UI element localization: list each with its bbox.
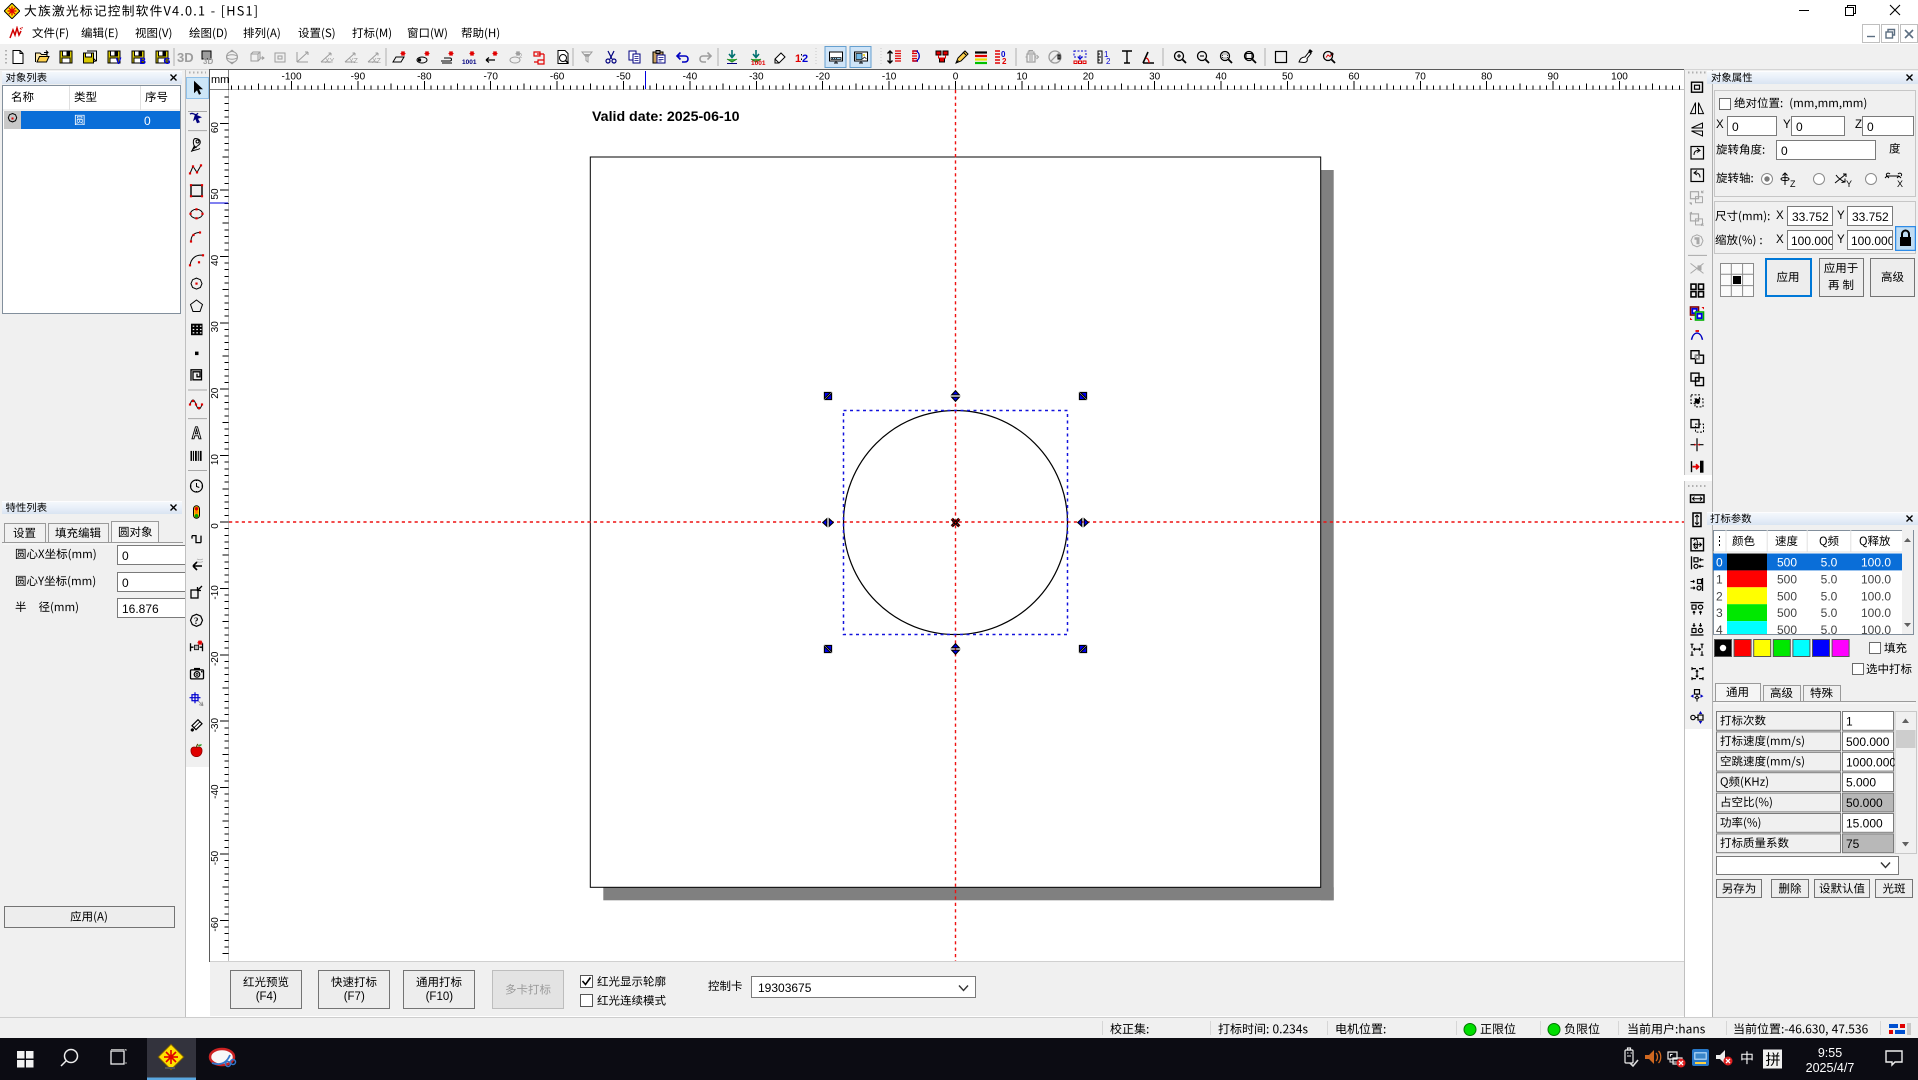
svg-text:XZ: XZ <box>372 58 382 65</box>
svg-text:1000.000: 1000.000 <box>1846 755 1896 769</box>
svg-text:-60: -60 <box>210 917 221 932</box>
svg-text:80: 80 <box>1481 72 1493 83</box>
svg-text:-40: -40 <box>210 784 221 799</box>
svg-text:100.0: 100.0 <box>1861 556 1891 570</box>
svg-text:500: 500 <box>1777 556 1797 570</box>
svg-text:-90: -90 <box>351 72 366 83</box>
svg-text:-80: -80 <box>417 72 432 83</box>
svg-text:10: 10 <box>210 454 221 466</box>
svg-text:1: 1 <box>1846 714 1853 728</box>
svg-text:XY: XY <box>325 58 335 65</box>
svg-text:40: 40 <box>1216 72 1228 83</box>
svg-text:90: 90 <box>1548 72 1560 83</box>
svg-text:Z: Z <box>1790 179 1796 189</box>
svg-text:2: 2 <box>1716 589 1723 603</box>
svg-text:5.0: 5.0 <box>1821 556 1838 570</box>
svg-text:20: 20 <box>210 387 221 399</box>
svg-text:2025/4/7: 2025/4/7 <box>1806 1061 1855 1075</box>
svg-text:75: 75 <box>1846 836 1860 850</box>
svg-text:-10: -10 <box>210 585 221 600</box>
svg-text:-50: -50 <box>616 72 631 83</box>
svg-text:0: 0 <box>953 72 959 83</box>
svg-text:3: 3 <box>1716 606 1723 620</box>
svg-text:2: 2 <box>1106 57 1111 66</box>
svg-text:Y: Y <box>1846 179 1852 189</box>
svg-text:20: 20 <box>1083 72 1095 83</box>
svg-text:-60: -60 <box>550 72 565 83</box>
svg-text:60: 60 <box>210 122 221 134</box>
svg-text:70: 70 <box>1415 72 1427 83</box>
svg-text:B: B <box>140 56 147 66</box>
svg-text:60: 60 <box>1348 72 1360 83</box>
svg-text:40: 40 <box>210 254 221 266</box>
svg-text:-30: -30 <box>210 718 221 733</box>
svg-text:9:55: 9:55 <box>1818 1046 1842 1060</box>
svg-text:0: 0 <box>210 523 221 529</box>
svg-text:100.0: 100.0 <box>1861 623 1891 634</box>
svg-text:2: 2 <box>519 54 523 60</box>
svg-text:5.000: 5.000 <box>1846 775 1876 789</box>
svg-text:-40: -40 <box>683 72 698 83</box>
svg-text:500: 500 <box>1777 572 1797 586</box>
svg-text:-100: -100 <box>281 72 301 83</box>
svg-text:0: 0 <box>1716 556 1723 570</box>
svg-text:10: 10 <box>1016 72 1028 83</box>
svg-text:1: 1 <box>795 53 801 65</box>
svg-text:-50: -50 <box>210 850 221 865</box>
svg-text:1: 1 <box>1716 572 1723 586</box>
svg-text:50.000: 50.000 <box>1846 796 1883 810</box>
svg-text:15.000: 15.000 <box>1846 816 1883 830</box>
svg-text:5.0: 5.0 <box>1821 623 1838 634</box>
svg-text:30: 30 <box>210 321 221 333</box>
svg-text:-30: -30 <box>749 72 764 83</box>
svg-text:500: 500 <box>1777 623 1797 634</box>
svg-text:50: 50 <box>1282 72 1294 83</box>
svg-text:500.000: 500.000 <box>1846 734 1890 748</box>
svg-text:30: 30 <box>1149 72 1161 83</box>
svg-text:50: 50 <box>210 188 221 200</box>
svg-text:G: G <box>164 56 171 66</box>
svg-text:500: 500 <box>1777 589 1797 603</box>
svg-text:1001: 1001 <box>462 59 477 66</box>
svg-text:100.0: 100.0 <box>1861 589 1891 603</box>
svg-text:100.0: 100.0 <box>1861 606 1891 620</box>
svg-text:3D: 3D <box>203 57 213 66</box>
svg-text:-10: -10 <box>882 72 897 83</box>
svg-text:5.0: 5.0 <box>1821 572 1838 586</box>
svg-text:5.0: 5.0 <box>1821 589 1838 603</box>
svg-text:V: V <box>116 56 122 66</box>
svg-text:-20: -20 <box>210 651 221 666</box>
svg-text:1001: 1001 <box>751 60 766 67</box>
svg-text:100: 100 <box>1611 72 1628 83</box>
svg-text:5.0: 5.0 <box>1821 606 1838 620</box>
svg-text:2: 2 <box>1002 57 1007 66</box>
svg-text:?: ? <box>194 616 199 626</box>
svg-text:mm: mm <box>211 74 229 86</box>
svg-text:YZ: YZ <box>349 58 359 65</box>
svg-text:4: 4 <box>1716 623 1723 634</box>
svg-text:2: 2 <box>802 53 808 65</box>
svg-text:X: X <box>1897 179 1903 189</box>
svg-text:-20: -20 <box>815 72 830 83</box>
svg-text:3D: 3D <box>177 50 194 65</box>
svg-text:-70: -70 <box>483 72 498 83</box>
svg-text:100.0: 100.0 <box>1861 572 1891 586</box>
svg-text:500: 500 <box>1777 606 1797 620</box>
